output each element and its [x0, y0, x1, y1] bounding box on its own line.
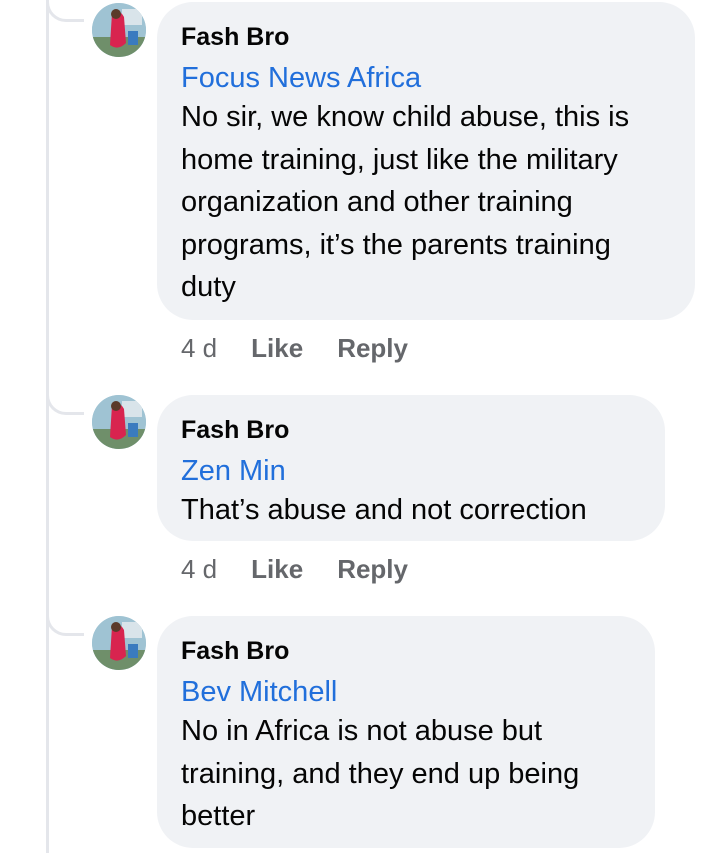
mention-link[interactable]: Zen Min [181, 453, 639, 489]
avatar[interactable] [92, 616, 146, 670]
comment-actions: 4 d Like Reply [181, 333, 408, 363]
comment-text: No in Africa is not abuse but training, … [181, 715, 580, 832]
like-button[interactable]: Like [251, 554, 303, 584]
like-button[interactable]: Like [251, 333, 303, 363]
comment-author[interactable]: Fash Bro [181, 415, 639, 445]
thread-line [46, 0, 49, 853]
comment-bubble: Fash Bro Bev Mitchell No in Africa is no… [157, 616, 655, 848]
avatar[interactable] [92, 3, 146, 57]
comment-bubble: Fash Bro Focus News Africa No sir, we kn… [157, 2, 695, 320]
reply-button[interactable]: Reply [337, 554, 408, 584]
comment-text: That’s abuse and not correction [181, 494, 587, 526]
reply-connector [46, 393, 84, 415]
comment-author[interactable]: Fash Bro [181, 636, 629, 666]
comment-actions: 4 d Like Reply [181, 554, 408, 584]
mention-link[interactable]: Focus News Africa [181, 60, 669, 96]
comment-text: No sir, we know child abuse, this is hom… [181, 101, 630, 303]
reply-connector [46, 614, 84, 636]
comment-bubble: Fash Bro Zen Min That’s abuse and not co… [157, 395, 665, 541]
avatar[interactable] [92, 395, 146, 449]
mention-link[interactable]: Bev Mitchell [181, 674, 629, 710]
reply-connector [46, 0, 84, 22]
reply-button[interactable]: Reply [337, 333, 408, 363]
comment-author[interactable]: Fash Bro [181, 22, 669, 52]
comment-timestamp[interactable]: 4 d [181, 333, 217, 363]
comment-timestamp[interactable]: 4 d [181, 554, 217, 584]
